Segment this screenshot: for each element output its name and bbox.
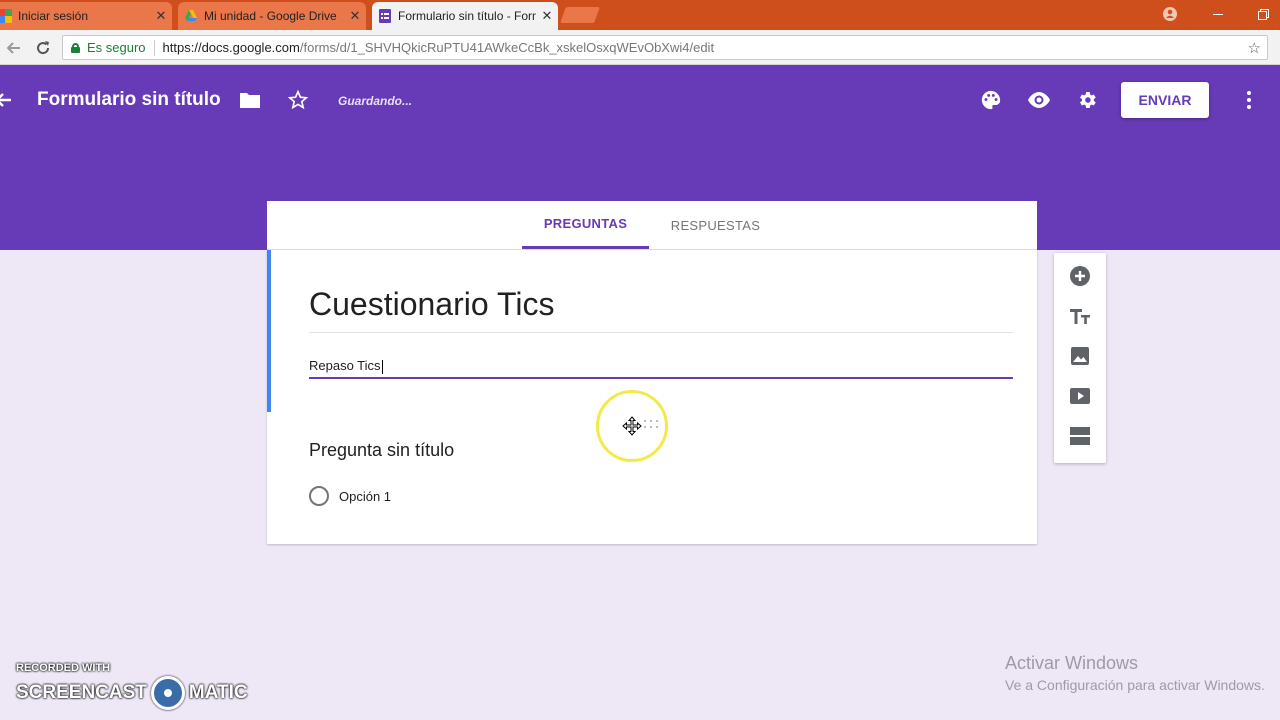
input-underline (309, 377, 1013, 379)
text-caret (381, 359, 383, 374)
secure-label: Es seguro (87, 40, 146, 55)
activate-windows-title: Activar Windows (1005, 653, 1139, 673)
folder-icon[interactable] (237, 87, 263, 113)
settings-gear-icon[interactable] (1074, 87, 1100, 113)
divider (309, 332, 1013, 333)
google-drive-icon (185, 10, 197, 21)
tab-title: Mi unidad - Google Drive (204, 9, 337, 23)
bookmark-star-icon[interactable]: ☆ (1248, 39, 1261, 57)
radio-button[interactable] (309, 486, 329, 506)
tab-title: Iniciar sesión (18, 9, 89, 23)
add-image-icon[interactable] (1067, 343, 1093, 369)
form-title-input[interactable]: Cuestionario Tics (309, 286, 554, 323)
address-bar[interactable]: Es seguro https://docs.google.com /forms… (62, 35, 1268, 60)
lock-icon (71, 42, 80, 53)
browser-toolbar: Es seguro https://docs.google.com /forms… (0, 30, 1280, 65)
active-section-indicator (267, 250, 271, 412)
add-title-icon[interactable] (1067, 303, 1093, 329)
close-icon[interactable]: ✕ (150, 8, 172, 24)
tab-questions[interactable]: PREGUNTAS (522, 201, 649, 249)
url-host: https://docs.google.com (162, 40, 300, 55)
form-description-text: Repaso Tics (309, 358, 381, 373)
tab-mi-unidad[interactable]: Mi unidad - Google Drive ✕ (178, 2, 366, 30)
restore-window-button[interactable] (1243, 0, 1280, 28)
profile-icon[interactable] (1150, 0, 1190, 28)
back-arrow-icon[interactable] (4, 38, 24, 58)
add-section-icon[interactable] (1067, 423, 1093, 449)
screencast-recorded-with: RECORDED WITH (16, 662, 111, 674)
browser-tab-strip: Iniciar sesión ✕ Mi unidad - Google Driv… (0, 0, 1280, 30)
add-question-icon[interactable] (1067, 263, 1093, 289)
new-tab-button[interactable] (560, 7, 600, 23)
screencast-logo-icon (150, 676, 185, 710)
form-tabs: PREGUNTAS RESPUESTAS (267, 201, 1037, 250)
google-forms-icon (379, 9, 391, 23)
url-path: /forms/d/1_SHVHQkicRuPTU41AWkeCcBk_xskel… (299, 40, 715, 55)
google-multicolor-icon (0, 9, 12, 23)
move-cursor-icon (622, 416, 642, 436)
minimize-window-button[interactable] (1198, 0, 1238, 28)
tab-formulario[interactable]: Formulario sin título - Formularios de G… (372, 2, 558, 30)
back-arrow-icon[interactable] (0, 87, 12, 115)
send-button[interactable]: ENVIAR (1121, 82, 1209, 118)
screencast-brand-right: MATIC (188, 682, 248, 703)
form-doc-title[interactable]: Formulario sin título (37, 89, 221, 111)
close-icon[interactable]: ✕ (344, 8, 366, 24)
form-description-input[interactable]: Repaso Tics (309, 358, 383, 374)
palette-icon[interactable] (978, 87, 1004, 113)
close-icon[interactable]: ✕ (536, 8, 558, 24)
add-video-icon[interactable] (1067, 383, 1093, 409)
tab-title: Formulario sin título - Formularios de G… (398, 9, 536, 23)
reload-icon[interactable] (33, 38, 53, 58)
tab-responses[interactable]: RESPUESTAS (658, 201, 773, 249)
preview-eye-icon[interactable] (1026, 87, 1052, 113)
saving-status: Guardando... (338, 94, 413, 108)
screencast-logo: SCREENCAST MATIC (16, 676, 248, 710)
divider (153, 39, 155, 56)
question-title[interactable]: Pregunta sin título (309, 440, 454, 461)
activate-windows-subtitle: Ve a Configuración para activar Windows. (1005, 677, 1265, 693)
side-toolbar (1054, 253, 1106, 463)
star-icon[interactable] (285, 87, 311, 113)
more-vert-icon[interactable] (1240, 87, 1258, 113)
option-label[interactable]: Opción 1 (339, 489, 391, 504)
tab-iniciar-sesion[interactable]: Iniciar sesión ✕ (0, 2, 172, 30)
screencast-brand-left: SCREENCAST (16, 682, 147, 703)
